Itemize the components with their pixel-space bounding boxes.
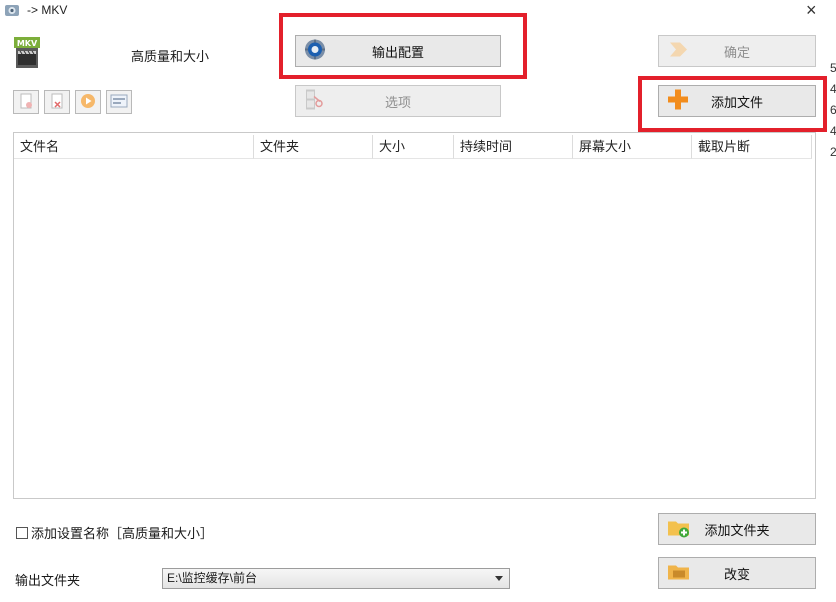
edge-text-2: 4 (830, 82, 836, 96)
ok-label: 确定 (723, 44, 750, 60)
folder-icon (667, 562, 691, 585)
remove-file-button[interactable] (13, 90, 39, 114)
output-config-button[interactable]: 输出配置 (295, 35, 501, 67)
add-file-label: 添加文件 (710, 94, 763, 110)
edge-text-1: 5 (830, 61, 836, 75)
chevron-down-icon (495, 576, 503, 581)
edge-text-4: 4 (830, 124, 836, 138)
mkv-file-icon: MKV (14, 37, 40, 69)
play-icon (80, 93, 96, 112)
column-header-size[interactable]: 大小 (373, 135, 454, 159)
column-header-filename[interactable]: 文件名 (14, 135, 254, 159)
window-title: -> MKV (27, 3, 68, 17)
folder-add-icon (667, 517, 691, 542)
profile-name: 高质量和大小 (131, 49, 210, 64)
output-folder-select[interactable]: E:\监控缓存\前台 (162, 568, 510, 589)
add-folder-button[interactable]: 添加文件夹 (658, 513, 816, 545)
add-setting-name-checkbox[interactable]: 添加设置名称［高质量和大小］ (16, 523, 213, 542)
delete-file-button[interactable] (44, 90, 70, 114)
change-label: 改变 (723, 566, 750, 582)
arrow-right-icon (667, 39, 689, 64)
media-info-button[interactable] (106, 90, 132, 114)
play-button[interactable] (75, 90, 101, 114)
media-info-icon (110, 94, 128, 111)
remove-file-icon (18, 93, 34, 112)
edge-text-5: 2 (830, 145, 836, 159)
checkbox-box[interactable] (16, 526, 28, 539)
add-setting-name-label: 添加设置名称［高质量和大小］ (31, 526, 214, 541)
close-button[interactable]: × (806, 0, 817, 21)
column-header-duration[interactable]: 持续时间 (454, 135, 573, 159)
add-folder-label: 添加文件夹 (704, 522, 770, 538)
options-button[interactable]: 选项 (295, 85, 501, 117)
edge-text-3: 6 (830, 103, 836, 117)
ok-button[interactable]: 确定 (658, 35, 816, 67)
output-config-label: 输出配置 (371, 44, 424, 60)
svg-text:MKV: MKV (17, 39, 38, 48)
column-header-folder[interactable]: 文件夹 (254, 135, 373, 159)
column-header-screen-size[interactable]: 屏幕大小 (573, 135, 692, 159)
file-list[interactable]: 文件名 文件夹 大小 持续时间 屏幕大小 截取片断 (13, 132, 816, 499)
window-app-icon (4, 3, 20, 20)
column-header-clip[interactable]: 截取片断 (692, 135, 812, 159)
options-label: 选项 (384, 94, 411, 110)
output-folder-label: 输出文件夹 (15, 573, 81, 588)
add-file-button[interactable]: 添加文件 (658, 85, 816, 117)
output-folder-value: E:\监控缓存\前台 (167, 571, 258, 585)
plus-icon (667, 89, 689, 114)
gear-icon (304, 39, 326, 64)
delete-file-icon (49, 93, 65, 112)
change-button[interactable]: 改变 (658, 557, 816, 589)
film-scissors-icon (304, 89, 324, 114)
